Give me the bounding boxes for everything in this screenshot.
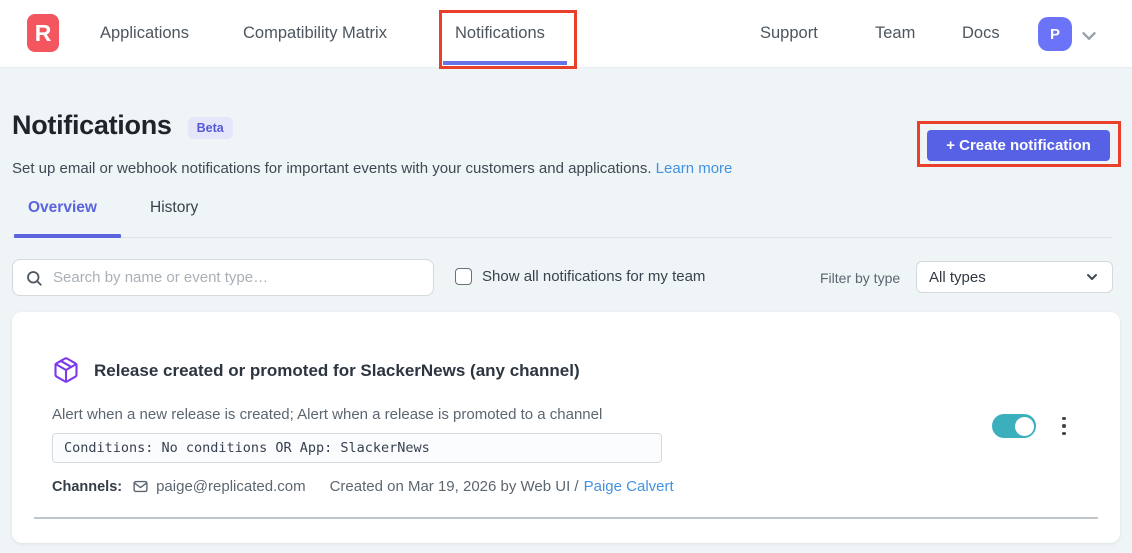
page-title: Notifications [12, 110, 172, 141]
nav-item-support[interactable]: Support [760, 24, 818, 43]
learn-more-link[interactable]: Learn more [656, 160, 733, 177]
nav-item-team[interactable]: Team [875, 24, 915, 43]
created-text: Created on Mar 19, 2026 by Web UI / [330, 478, 579, 495]
show-team-checkbox[interactable] [455, 268, 472, 285]
nav-item-applications[interactable]: Applications [100, 24, 189, 43]
nav-item-docs[interactable]: Docs [962, 24, 1000, 43]
channel-email: paige@replicated.com [156, 478, 305, 495]
conditions-box: Conditions: No conditions OR App: Slacke… [52, 433, 662, 463]
nav-item-notifications[interactable]: Notifications [455, 24, 545, 43]
replicated-logo[interactable]: R [27, 14, 59, 52]
search-box [12, 259, 434, 296]
page-header: Notifications Beta [12, 110, 233, 141]
show-team-checkbox-label: Show all notifications for my team [482, 268, 705, 285]
tab-overview[interactable]: Overview [28, 199, 97, 217]
beta-badge: Beta [188, 117, 233, 139]
channels-row: Channels: paige@replicated.com Created o… [52, 478, 674, 495]
filter-type-select[interactable]: All types [916, 261, 1113, 293]
chevron-down-icon [1084, 269, 1100, 285]
channels-label: Channels: [52, 479, 122, 495]
kebab-menu-icon[interactable] [1055, 410, 1073, 442]
filter-by-type-label: Filter by type [820, 270, 900, 286]
tab-history[interactable]: History [150, 199, 198, 217]
tabs-divider [12, 237, 1112, 238]
active-nav-indicator [443, 61, 567, 65]
package-icon [52, 356, 80, 384]
page-description: Set up email or webhook notifications fo… [12, 160, 732, 177]
search-input[interactable] [53, 269, 421, 286]
created-by-link[interactable]: Paige Calvert [584, 478, 674, 495]
logo-letter: R [35, 20, 52, 47]
notification-title: Release created or promoted for SlackerN… [94, 361, 580, 381]
email-icon [132, 478, 149, 495]
chevron-down-icon[interactable] [1078, 25, 1100, 47]
user-avatar[interactable]: P [1038, 17, 1072, 51]
search-icon [25, 269, 43, 287]
card-divider [34, 517, 1098, 519]
app-root: R Applications Compatibility Matrix Noti… [0, 0, 1132, 553]
create-notification-button[interactable]: + Create notification [927, 130, 1110, 161]
notification-description: Alert when a new release is created; Ale… [52, 406, 602, 423]
notification-enabled-toggle[interactable] [992, 414, 1036, 438]
notification-card: Release created or promoted for SlackerN… [12, 312, 1120, 543]
top-navigation: R Applications Compatibility Matrix Noti… [0, 0, 1132, 68]
toggle-knob [1015, 417, 1034, 436]
page-description-text: Set up email or webhook notifications fo… [12, 160, 652, 177]
nav-item-compatibility-matrix[interactable]: Compatibility Matrix [243, 24, 387, 43]
filter-type-selected-value: All types [929, 269, 1084, 286]
active-tab-indicator [14, 234, 121, 238]
avatar-letter: P [1050, 26, 1060, 43]
show-team-notifications-checkbox-row: Show all notifications for my team [455, 268, 705, 285]
